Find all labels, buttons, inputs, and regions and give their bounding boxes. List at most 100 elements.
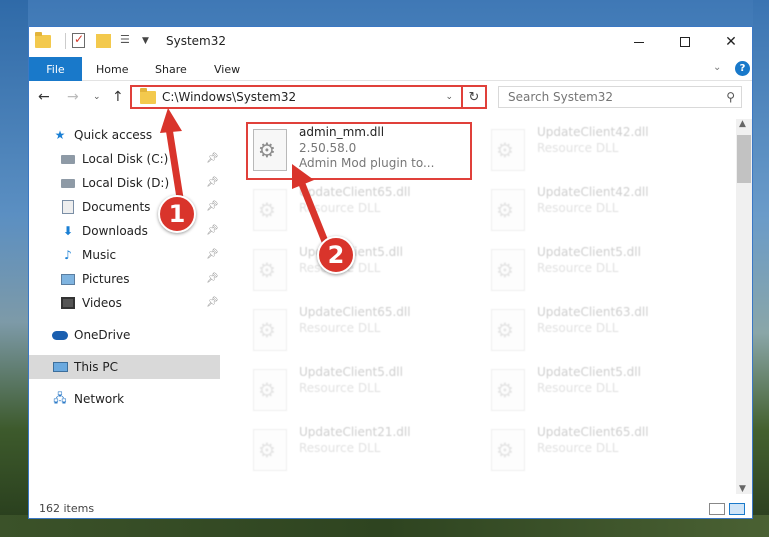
help-icon[interactable]: ? xyxy=(735,61,750,76)
sidebar-item-label: Documents xyxy=(82,200,151,214)
list-item[interactable]: UpdateClient21.dll Resource DLL xyxy=(247,423,473,479)
window-title: System32 xyxy=(166,34,227,48)
videos-icon xyxy=(60,295,76,311)
sidebar-item-onedrive[interactable]: OneDrive xyxy=(29,323,220,347)
tab-view[interactable]: View xyxy=(214,57,240,81)
cloud-icon xyxy=(52,327,68,343)
status-bar: 162 items xyxy=(29,499,752,518)
list-item[interactable]: UpdateClient5.dll Resource DLL xyxy=(247,363,473,419)
dll-file-icon xyxy=(491,129,525,171)
navigation-bar: ← → ⌄ ↑ C:\Windows\System32 ⌄ ↻ ⚲ xyxy=(29,81,752,115)
file-name: UpdateClient42.dll xyxy=(537,125,649,139)
pin-icon: 📌︎ xyxy=(206,273,219,284)
file-type: Resource DLL xyxy=(537,321,619,335)
file-type: Resource DLL xyxy=(537,381,619,395)
properties-icon[interactable] xyxy=(72,32,88,49)
search-input[interactable] xyxy=(508,90,708,104)
file-type: Resource DLL xyxy=(537,261,619,275)
forward-button[interactable]: → xyxy=(67,89,79,105)
sidebar-item-this-pc[interactable]: This PC xyxy=(29,355,220,379)
vertical-scrollbar[interactable]: ▲ ▼ xyxy=(736,119,752,494)
list-item[interactable]: UpdateClient63.dll Resource DLL xyxy=(485,303,711,359)
file-name: UpdateClient65.dll xyxy=(537,425,649,439)
computer-icon xyxy=(52,359,68,375)
search-box[interactable]: ⚲ xyxy=(498,86,742,108)
drive-icon xyxy=(60,175,76,191)
file-name: UpdateClient63.dll xyxy=(537,305,649,319)
tab-file[interactable]: File xyxy=(29,57,82,81)
list-item[interactable]: UpdateClient65.dll Resource DLL xyxy=(247,183,473,239)
file-name: UpdateClient65.dll xyxy=(299,305,411,319)
up-button[interactable]: ↑ xyxy=(112,89,124,105)
dll-file-icon xyxy=(253,429,287,471)
minimize-button[interactable] xyxy=(616,27,662,57)
new-folder-icon[interactable] xyxy=(96,33,112,49)
expand-ribbon-icon[interactable]: ⌄ xyxy=(713,62,721,73)
sidebar-item-label: Music xyxy=(82,248,117,262)
drive-icon xyxy=(60,151,76,167)
pin-icon: 📌︎ xyxy=(206,225,219,236)
sidebar-item-music[interactable]: ♪ Music 📌︎ xyxy=(29,243,220,267)
details-view-button[interactable] xyxy=(709,503,725,515)
list-item[interactable]: UpdateClient42.dll Resource DLL xyxy=(485,183,711,239)
list-item[interactable]: UpdateClient5.dll Resource DLL xyxy=(485,243,711,299)
sidebar-item-videos[interactable]: Videos 📌︎ xyxy=(29,291,220,315)
customize-toolbar-icon[interactable]: ▼ xyxy=(142,36,149,46)
file-type: Resource DLL xyxy=(299,381,381,395)
file-name: UpdateClient5.dll xyxy=(537,365,641,379)
step-1-badge: 1 xyxy=(158,195,196,233)
address-bar[interactable]: C:\Windows\System32 ⌄ xyxy=(130,85,487,109)
tab-share[interactable]: Share xyxy=(155,57,187,81)
pin-icon: 📌︎ xyxy=(206,201,219,212)
dll-file-icon xyxy=(253,249,287,291)
sidebar-item-pictures[interactable]: Pictures 📌︎ xyxy=(29,267,220,291)
tab-home[interactable]: Home xyxy=(96,57,128,81)
pin-icon: 📌︎ xyxy=(206,297,219,308)
scroll-down-icon[interactable]: ▼ xyxy=(739,484,746,494)
file-name: UpdateClient5.dll xyxy=(299,365,403,379)
file-type: Resource DLL xyxy=(299,321,381,335)
item-count: 162 items xyxy=(39,502,95,515)
list-item[interactable]: UpdateClient5.dll Resource DLL xyxy=(485,363,711,419)
pin-icon: 📌︎ xyxy=(206,153,219,164)
quick-access-toolbar: ☰ ▼ xyxy=(35,32,155,49)
sidebar-item-label: Network xyxy=(74,392,125,406)
list-item[interactable]: UpdateClient65.dll Resource DLL xyxy=(247,303,473,359)
dll-file-icon xyxy=(253,369,287,411)
view-options-icon[interactable]: ☰ xyxy=(120,33,136,49)
file-type: Resource DLL xyxy=(537,441,619,455)
title-bar: ☰ ▼ System32 ✕ xyxy=(29,27,752,57)
scrollbar-thumb[interactable] xyxy=(737,135,751,183)
address-dropdown-icon[interactable]: ⌄ xyxy=(445,92,453,102)
dll-file-icon xyxy=(253,189,287,231)
file-name: UpdateClient42.dll xyxy=(537,185,649,199)
sidebar-item-local-disk-c[interactable]: Local Disk (C:) 📌︎ xyxy=(29,147,220,171)
refresh-button[interactable]: ↻ xyxy=(461,85,487,109)
tiles-view-button[interactable] xyxy=(729,503,745,515)
list-item[interactable]: UpdateClient65.dll Resource DLL xyxy=(485,423,711,479)
selected-file-highlight xyxy=(246,122,472,180)
close-button[interactable]: ✕ xyxy=(708,27,752,57)
sidebar-item-quick-access[interactable]: ★ Quick access xyxy=(29,123,220,147)
folder-icon xyxy=(35,32,51,49)
maximize-button[interactable] xyxy=(662,27,708,57)
pin-icon: 📌︎ xyxy=(206,177,219,188)
sidebar-item-network[interactable]: 🖧︎ Network xyxy=(29,387,220,411)
sidebar-item-label: OneDrive xyxy=(74,328,131,342)
list-item[interactable]: UpdateClient42.dll Resource DLL xyxy=(485,123,711,179)
file-type: Resource DLL xyxy=(299,441,381,455)
sidebar-item-local-disk-d[interactable]: Local Disk (D:) 📌︎ xyxy=(29,171,220,195)
dll-file-icon xyxy=(253,309,287,351)
search-icon[interactable]: ⚲ xyxy=(726,90,735,104)
scroll-up-icon[interactable]: ▲ xyxy=(739,119,746,129)
dll-file-icon xyxy=(491,309,525,351)
back-button[interactable]: ← xyxy=(38,89,50,105)
file-type: Resource DLL xyxy=(537,201,619,215)
file-list: admin_mm.dll 2.50.58.0 Admin Mod plugin … xyxy=(243,119,736,494)
file-type: Resource DLL xyxy=(299,201,381,215)
list-item[interactable]: UpdateClient5.dll Resource DLL xyxy=(247,243,473,299)
recent-locations-button[interactable]: ⌄ xyxy=(93,92,101,102)
sidebar-item-label: This PC xyxy=(74,360,118,374)
dll-file-icon xyxy=(491,429,525,471)
address-path: C:\Windows\System32 xyxy=(162,90,297,104)
